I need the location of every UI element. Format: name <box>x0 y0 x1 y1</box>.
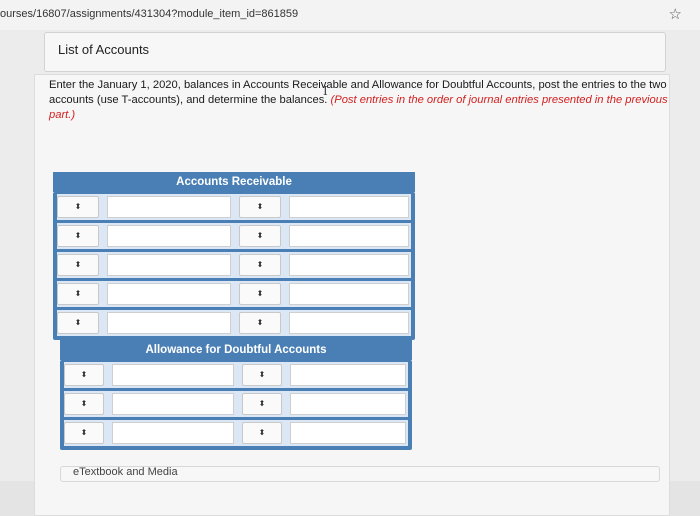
ada-row-2-right-select[interactable]: ⬍ <box>242 393 282 415</box>
ar-row-3-left-input[interactable] <box>107 254 231 276</box>
ada-row-3: ⬍ ⬍ <box>64 420 408 446</box>
ada-row-3-left-input[interactable] <box>112 422 234 444</box>
ada-row-2-left-select[interactable]: ⬍ <box>64 393 104 415</box>
ada-row-2: ⬍ ⬍ <box>64 391 408 417</box>
ar-row-2: ⬍ ⬍ <box>57 223 411 249</box>
ar-table-body: ⬍ ⬍ ⬍ ⬍ ⬍ ⬍ ⬍ ⬍ ⬍ ⬍ <box>53 192 415 340</box>
ar-row-5-left-select[interactable]: ⬍ <box>57 312 99 334</box>
ada-row-3-right-input[interactable] <box>290 422 406 444</box>
ar-row-2-left-select[interactable]: ⬍ <box>57 225 99 247</box>
ar-row-5: ⬍ ⬍ <box>57 310 411 336</box>
ar-table-header: Accounts Receivable <box>53 172 415 192</box>
ada-row-3-right-select[interactable]: ⬍ <box>242 422 282 444</box>
ada-row-2-right-input[interactable] <box>290 393 406 415</box>
url-text[interactable]: ourses/16807/assignments/431304?module_i… <box>0 8 298 20</box>
ar-row-1-right-input[interactable] <box>289 196 409 218</box>
ar-row-2-right-input[interactable] <box>289 225 409 247</box>
ar-table-title: Accounts Receivable <box>176 176 292 188</box>
text-cursor-icon: I <box>323 84 328 98</box>
ar-row-4-left-input[interactable] <box>107 283 231 305</box>
ada-row-1: ⬍ ⬍ <box>64 362 408 388</box>
list-of-accounts-button[interactable]: List of Accounts <box>44 32 666 72</box>
ar-row-5-right-select[interactable]: ⬍ <box>239 312 281 334</box>
ar-row-5-right-input[interactable] <box>289 312 409 334</box>
ar-row-4-left-select[interactable]: ⬍ <box>57 283 99 305</box>
ada-row-1-right-input[interactable] <box>290 364 406 386</box>
browser-address-bar[interactable]: ourses/16807/assignments/431304?module_i… <box>0 0 700 31</box>
etextbook-media-panel[interactable]: eTextbook and Media <box>60 466 660 482</box>
ar-row-3-left-select[interactable]: ⬍ <box>57 254 99 276</box>
ada-table-title: Allowance for Doubtful Accounts <box>145 344 327 356</box>
ada-row-1-right-select[interactable]: ⬍ <box>242 364 282 386</box>
ada-table-header: Allowance for Doubtful Accounts <box>60 340 412 360</box>
ar-row-2-left-input[interactable] <box>107 225 231 247</box>
ada-row-1-left-select[interactable]: ⬍ <box>64 364 104 386</box>
ada-row-2-left-input[interactable] <box>112 393 234 415</box>
ar-row-1: ⬍ ⬍ <box>57 194 411 220</box>
ada-table-body: ⬍ ⬍ ⬍ ⬍ ⬍ ⬍ <box>60 360 412 450</box>
bookmark-star-icon[interactable]: ☆ <box>669 5 682 23</box>
ada-row-1-left-input[interactable] <box>112 364 234 386</box>
ar-row-1-right-select[interactable]: ⬍ <box>239 196 281 218</box>
ar-row-3-right-select[interactable]: ⬍ <box>239 254 281 276</box>
ar-row-4-right-input[interactable] <box>289 283 409 305</box>
instructions-text: Enter the January 1, 2020, balances in A… <box>49 78 681 123</box>
ar-row-2-right-select[interactable]: ⬍ <box>239 225 281 247</box>
ada-row-3-left-select[interactable]: ⬍ <box>64 422 104 444</box>
list-of-accounts-label: List of Accounts <box>58 42 150 57</box>
ar-row-3-right-input[interactable] <box>289 254 409 276</box>
ar-row-5-left-input[interactable] <box>107 312 231 334</box>
etextbook-media-label[interactable]: eTextbook and Media <box>73 466 178 478</box>
ar-row-4-right-select[interactable]: ⬍ <box>239 283 281 305</box>
ar-row-1-left-select[interactable]: ⬍ <box>57 196 99 218</box>
ar-row-3: ⬍ ⬍ <box>57 252 411 278</box>
ar-row-4: ⬍ ⬍ <box>57 281 411 307</box>
ar-row-1-left-input[interactable] <box>107 196 231 218</box>
